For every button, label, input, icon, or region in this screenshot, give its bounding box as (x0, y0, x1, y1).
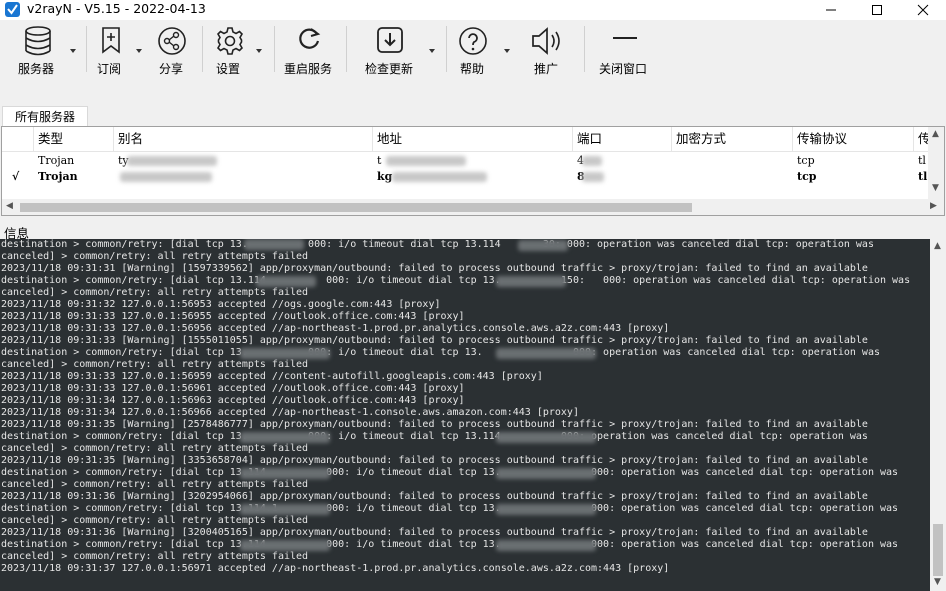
subscription-button[interactable]: 订阅 (94, 22, 144, 80)
log-line: 2023/11/18 09:31:33 [Warning] [155501105… (1, 335, 868, 346)
log-line: 2023/11/18 09:31:32 127.0.0.1:56953 acce… (1, 299, 441, 310)
col-check (2, 127, 34, 151)
server-tabs: 所有服务器 (0, 104, 946, 127)
col-port[interactable]: 端口 (573, 127, 672, 151)
cell-network: tcp (797, 154, 815, 167)
servers-label: 服务器 (18, 62, 55, 76)
restart-service-button[interactable]: 重启服务 (282, 22, 336, 80)
col-address[interactable]: 地址 (373, 127, 573, 151)
log-line: 2023/11/18 09:31:36 [Warning] [320295406… (1, 491, 868, 502)
cell-tls: tl (918, 170, 928, 183)
log-line: canceled] > common/retry: all retry atte… (1, 515, 309, 526)
log-line: destination > common/retry: [dial tcp 13… (1, 539, 899, 550)
log-line: destination > common/retry: [dial tcp 13… (1, 503, 899, 514)
promotion-button[interactable]: 推广 (528, 22, 568, 80)
log-text: destination > common/retry: [dial tcp 13… (1, 239, 929, 575)
check-update-button[interactable]: 检查更新 (354, 22, 440, 80)
log-line: canceled] > common/retry: all retry atte… (1, 479, 309, 490)
maximize-button[interactable] (854, 0, 900, 20)
cell-tls: tl (918, 154, 926, 167)
close-button[interactable] (900, 0, 946, 20)
server-list: 类型 别名 地址 端口 加密方式 传输协议 传 Trojan ty t 4 tc… (1, 126, 945, 216)
log-vscroll[interactable]: ▲ ▼ (930, 239, 946, 591)
col-alias[interactable]: 别名 (114, 127, 373, 151)
promotion-label: 推广 (534, 62, 559, 76)
log-line: canceled] > common/retry: all retry atte… (1, 551, 309, 562)
log-line: destination > common/retry: [dial tcp 13… (1, 239, 874, 250)
active-check-icon: √ (12, 170, 20, 183)
log-line: 2023/11/18 09:31:35 [Warning] [335365870… (1, 455, 868, 466)
help-button[interactable]: 帮助 (454, 22, 514, 80)
bookmark-plus-icon (102, 27, 120, 54)
log-line: 2023/11/18 09:31:31 [Warning] [159733956… (1, 263, 868, 274)
speaker-icon (532, 27, 560, 55)
log-line: 2023/11/18 09:31:36 [Warning] [320040516… (1, 527, 868, 538)
table-row[interactable]: Trojan ty t 4 tcp tl (2, 153, 944, 169)
log-line: 2023/11/18 09:31:33 127.0.0.1:56961 acce… (1, 383, 465, 394)
settings-button[interactable]: 设置 (210, 22, 266, 80)
servers-button[interactable]: 服务器 (14, 22, 76, 80)
minimize-line-icon (613, 37, 637, 39)
settings-label: 设置 (216, 62, 241, 76)
log-line: 2023/11/18 09:31:34 127.0.0.1:56966 acce… (1, 407, 579, 418)
toolbar: 服务器 订阅 分享 设置 重启服务 检查更新 帮助 推广 关闭窗口 (0, 20, 946, 82)
log-line: canceled] > common/retry: all retry atte… (1, 251, 309, 262)
v2rayn-logo-icon (5, 2, 20, 17)
gear-icon (217, 27, 243, 55)
log-line: 2023/11/18 09:31:34 127.0.0.1:56963 acce… (1, 395, 465, 406)
log-line: canceled] > common/retry: all retry atte… (1, 359, 309, 370)
close-window-button[interactable]: 关闭窗口 (596, 22, 652, 80)
log-line: canceled] > common/retry: all retry atte… (1, 443, 309, 454)
minimize-button[interactable] (808, 0, 854, 20)
log-line: destination > common/retry: [dial tcp 13… (1, 431, 868, 442)
download-icon (377, 27, 403, 53)
log-vscroll-thumb[interactable] (933, 524, 943, 576)
log-line: 2023/11/18 09:31:33 127.0.0.1:56956 acce… (1, 323, 670, 334)
col-security[interactable]: 加密方式 (672, 127, 793, 151)
share-label: 分享 (159, 62, 184, 76)
table-row-active[interactable]: √ Trojan kg 8 tcp tl (2, 169, 944, 185)
log-line: canceled] > common/retry: all retry atte… (1, 287, 309, 298)
server-stack-icon (25, 26, 51, 56)
cell-type: Trojan (38, 154, 75, 167)
log-console[interactable]: destination > common/retry: [dial tcp 13… (0, 239, 946, 591)
log-line: 2023/11/18 09:31:37 127.0.0.1:56971 acce… (1, 563, 670, 574)
share-button[interactable]: 分享 (154, 22, 190, 80)
share-icon (158, 27, 186, 55)
log-line: destination > common/retry: [dial tcp 13… (1, 275, 911, 286)
log-line: destination > common/retry: [dial tcp 13… (1, 467, 899, 478)
close-window-label: 关闭窗口 (599, 62, 648, 76)
window-title: v2rayN - V5.15 - 2022-04-13 (27, 1, 206, 16)
title-bar: v2rayN - V5.15 - 2022-04-13 (0, 0, 946, 20)
server-list-vscroll[interactable]: ▲ ▼ (928, 127, 944, 199)
help-icon (459, 27, 487, 55)
cell-network: tcp (797, 170, 817, 183)
log-line: 2023/11/18 09:31:33 127.0.0.1:56955 acce… (1, 311, 465, 322)
subscription-label: 订阅 (97, 62, 122, 76)
cell-type: Trojan (38, 170, 78, 183)
log-line: destination > common/retry: [dial tcp 13… (1, 347, 880, 358)
server-list-header: 类型 别名 地址 端口 加密方式 传输协议 传 (2, 127, 944, 152)
hscroll-thumb[interactable] (20, 203, 692, 212)
col-network[interactable]: 传输协议 (793, 127, 914, 151)
restart-icon (299, 28, 321, 49)
check-update-label: 检查更新 (365, 62, 414, 76)
col-type[interactable]: 类型 (34, 127, 114, 151)
log-line: 2023/11/18 09:31:35 [Warning] [257848677… (1, 419, 868, 430)
server-list-hscroll[interactable]: ◀ ▶ (2, 199, 944, 215)
log-line: 2023/11/18 09:31:33 127.0.0.1:56959 acce… (1, 371, 543, 382)
restart-service-label: 重启服务 (284, 62, 333, 76)
tab-all-servers[interactable]: 所有服务器 (2, 106, 89, 127)
help-label: 帮助 (460, 62, 485, 76)
